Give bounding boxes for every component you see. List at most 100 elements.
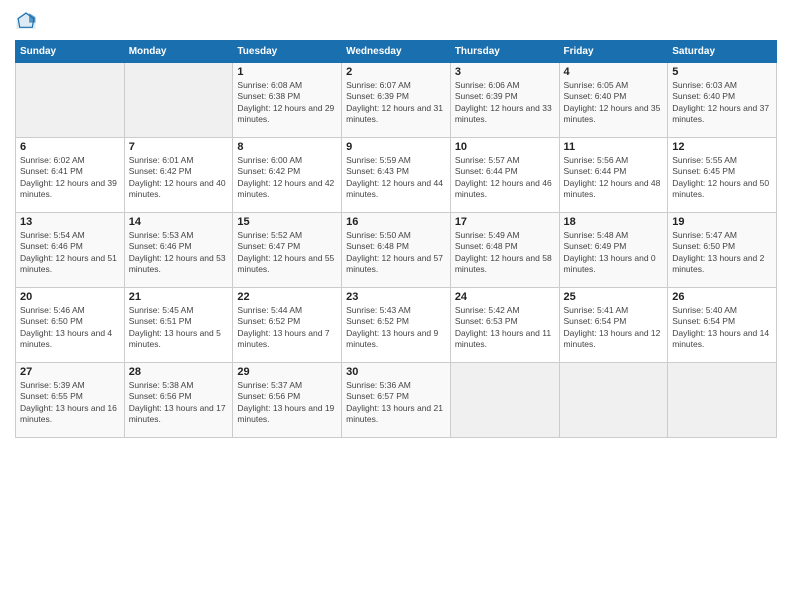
calendar-cell: 25 Sunrise: 5:41 AM Sunset: 6:54 PM Dayli… xyxy=(559,288,668,363)
day-number: 12 xyxy=(672,141,772,153)
week-row-5: 27Sunrise: 5:39 AM Sunset: 6:55 PM Dayli… xyxy=(16,363,777,438)
day-number: 4 xyxy=(564,66,664,78)
day-number: 22 xyxy=(237,291,337,303)
day-number: 20 xyxy=(20,291,120,303)
day-info: Sunrise: 5:42 AM Sunset: 6:53 PM Dayligh… xyxy=(455,305,555,351)
weekday-tuesday: Tuesday xyxy=(233,41,342,63)
day-info: Sunrise: 6:01 AM Sunset: 6:42 PM Dayligh… xyxy=(129,155,229,201)
day-info: Sunrise: 5:48 AM Sunset: 6:49 PM Dayligh… xyxy=(564,230,664,276)
calendar-cell xyxy=(559,363,668,438)
day-info: Sunrise: 5:38 AM Sunset: 6:56 PM Dayligh… xyxy=(129,380,229,426)
calendar-cell: 1Sunrise: 6:08 AM Sunset: 6:38 PM Daylig… xyxy=(233,63,342,138)
day-info: Sunrise: 5:45 AM Sunset: 6:51 PM Dayligh… xyxy=(129,305,229,351)
week-row-2: 6 Sunrise: 6:02 AM Sunset: 6:41 PM Daylig… xyxy=(16,138,777,213)
day-number: 14 xyxy=(129,216,229,228)
calendar-cell: 26Sunrise: 5:40 AM Sunset: 6:54 PM Dayli… xyxy=(668,288,777,363)
day-number: 5 xyxy=(672,66,772,78)
weekday-thursday: Thursday xyxy=(450,41,559,63)
week-row-1: 1Sunrise: 6:08 AM Sunset: 6:38 PM Daylig… xyxy=(16,63,777,138)
day-number: 2 xyxy=(346,66,446,78)
day-number: 8 xyxy=(237,141,337,153)
day-info: Sunrise: 5:41 AM Sunset: 6:54 PM Dayligh… xyxy=(564,305,664,351)
day-number: 19 xyxy=(672,216,772,228)
calendar-cell: 3 Sunrise: 6:06 AM Sunset: 6:39 PM Daylig… xyxy=(450,63,559,138)
page: SundayMondayTuesdayWednesdayThursdayFrid… xyxy=(0,0,792,612)
calendar-cell: 2 Sunrise: 6:07 AM Sunset: 6:39 PM Daylig… xyxy=(342,63,451,138)
day-number: 21 xyxy=(129,291,229,303)
day-info: Sunrise: 5:50 AM Sunset: 6:48 PM Dayligh… xyxy=(346,230,446,276)
day-number: 9 xyxy=(346,141,446,153)
week-row-4: 20 Sunrise: 5:46 AM Sunset: 6:50 PM Dayli… xyxy=(16,288,777,363)
day-number: 13 xyxy=(20,216,120,228)
weekday-wednesday: Wednesday xyxy=(342,41,451,63)
calendar-cell: 10 Sunrise: 5:57 AM Sunset: 6:44 PM Dayli… xyxy=(450,138,559,213)
day-number: 15 xyxy=(237,216,337,228)
calendar-cell: 27Sunrise: 5:39 AM Sunset: 6:55 PM Dayli… xyxy=(16,363,125,438)
calendar-cell: 7 Sunrise: 6:01 AM Sunset: 6:42 PM Daylig… xyxy=(124,138,233,213)
day-info: Sunrise: 6:06 AM Sunset: 6:39 PM Dayligh… xyxy=(455,80,555,126)
day-number: 3 xyxy=(455,66,555,78)
day-info: Sunrise: 5:46 AM Sunset: 6:50 PM Dayligh… xyxy=(20,305,120,351)
day-number: 17 xyxy=(455,216,555,228)
calendar-table: SundayMondayTuesdayWednesdayThursdayFrid… xyxy=(15,40,777,438)
weekday-header-row: SundayMondayTuesdayWednesdayThursdayFrid… xyxy=(16,41,777,63)
day-number: 16 xyxy=(346,216,446,228)
calendar-cell: 11 Sunrise: 5:56 AM Sunset: 6:44 PM Dayli… xyxy=(559,138,668,213)
weekday-friday: Friday xyxy=(559,41,668,63)
day-number: 1 xyxy=(237,66,337,78)
day-info: Sunrise: 5:43 AM Sunset: 6:52 PM Dayligh… xyxy=(346,305,446,351)
calendar-cell: 6 Sunrise: 6:02 AM Sunset: 6:41 PM Daylig… xyxy=(16,138,125,213)
day-number: 28 xyxy=(129,366,229,378)
day-number: 30 xyxy=(346,366,446,378)
calendar-cell: 4 Sunrise: 6:05 AM Sunset: 6:40 PM Daylig… xyxy=(559,63,668,138)
calendar-cell xyxy=(668,363,777,438)
day-number: 6 xyxy=(20,141,120,153)
calendar-cell: 15 Sunrise: 5:52 AM Sunset: 6:47 PM Dayli… xyxy=(233,213,342,288)
calendar-cell xyxy=(16,63,125,138)
day-info: Sunrise: 5:49 AM Sunset: 6:48 PM Dayligh… xyxy=(455,230,555,276)
day-number: 24 xyxy=(455,291,555,303)
day-info: Sunrise: 5:57 AM Sunset: 6:44 PM Dayligh… xyxy=(455,155,555,201)
logo-icon xyxy=(15,10,37,32)
calendar-cell xyxy=(450,363,559,438)
day-number: 7 xyxy=(129,141,229,153)
day-info: Sunrise: 5:37 AM Sunset: 6:56 PM Dayligh… xyxy=(237,380,337,426)
day-number: 11 xyxy=(564,141,664,153)
day-number: 29 xyxy=(237,366,337,378)
calendar-cell xyxy=(124,63,233,138)
day-info: Sunrise: 5:47 AM Sunset: 6:50 PM Dayligh… xyxy=(672,230,772,276)
day-info: Sunrise: 5:44 AM Sunset: 6:52 PM Dayligh… xyxy=(237,305,337,351)
weekday-sunday: Sunday xyxy=(16,41,125,63)
day-info: Sunrise: 5:54 AM Sunset: 6:46 PM Dayligh… xyxy=(20,230,120,276)
calendar-cell: 22 Sunrise: 5:44 AM Sunset: 6:52 PM Dayli… xyxy=(233,288,342,363)
day-number: 25 xyxy=(564,291,664,303)
day-info: Sunrise: 6:03 AM Sunset: 6:40 PM Dayligh… xyxy=(672,80,772,126)
calendar-cell: 20 Sunrise: 5:46 AM Sunset: 6:50 PM Dayli… xyxy=(16,288,125,363)
calendar-cell: 14 Sunrise: 5:53 AM Sunset: 6:46 PM Dayli… xyxy=(124,213,233,288)
calendar-cell: 12Sunrise: 5:55 AM Sunset: 6:45 PM Dayli… xyxy=(668,138,777,213)
calendar-cell: 24 Sunrise: 5:42 AM Sunset: 6:53 PM Dayli… xyxy=(450,288,559,363)
day-info: Sunrise: 6:07 AM Sunset: 6:39 PM Dayligh… xyxy=(346,80,446,126)
day-info: Sunrise: 6:05 AM Sunset: 6:40 PM Dayligh… xyxy=(564,80,664,126)
day-info: Sunrise: 5:52 AM Sunset: 6:47 PM Dayligh… xyxy=(237,230,337,276)
calendar-cell: 21 Sunrise: 5:45 AM Sunset: 6:51 PM Dayli… xyxy=(124,288,233,363)
day-info: Sunrise: 6:00 AM Sunset: 6:42 PM Dayligh… xyxy=(237,155,337,201)
calendar-cell: 28 Sunrise: 5:38 AM Sunset: 6:56 PM Dayli… xyxy=(124,363,233,438)
day-info: Sunrise: 6:02 AM Sunset: 6:41 PM Dayligh… xyxy=(20,155,120,201)
day-info: Sunrise: 5:36 AM Sunset: 6:57 PM Dayligh… xyxy=(346,380,446,426)
calendar-cell: 19 Sunrise: 5:47 AM Sunset: 6:50 PM Dayli… xyxy=(668,213,777,288)
calendar-cell: 29 Sunrise: 5:37 AM Sunset: 6:56 PM Dayli… xyxy=(233,363,342,438)
day-info: Sunrise: 5:56 AM Sunset: 6:44 PM Dayligh… xyxy=(564,155,664,201)
day-number: 23 xyxy=(346,291,446,303)
calendar-cell: 30 Sunrise: 5:36 AM Sunset: 6:57 PM Dayli… xyxy=(342,363,451,438)
weekday-monday: Monday xyxy=(124,41,233,63)
day-number: 10 xyxy=(455,141,555,153)
weekday-saturday: Saturday xyxy=(668,41,777,63)
day-info: Sunrise: 5:53 AM Sunset: 6:46 PM Dayligh… xyxy=(129,230,229,276)
day-info: Sunrise: 5:39 AM Sunset: 6:55 PM Dayligh… xyxy=(20,380,120,426)
calendar-cell: 5 Sunrise: 6:03 AM Sunset: 6:40 PM Daylig… xyxy=(668,63,777,138)
calendar-cell: 17 Sunrise: 5:49 AM Sunset: 6:48 PM Dayli… xyxy=(450,213,559,288)
day-number: 18 xyxy=(564,216,664,228)
day-number: 26 xyxy=(672,291,772,303)
calendar-cell: 13 Sunrise: 5:54 AM Sunset: 6:46 PM Dayli… xyxy=(16,213,125,288)
